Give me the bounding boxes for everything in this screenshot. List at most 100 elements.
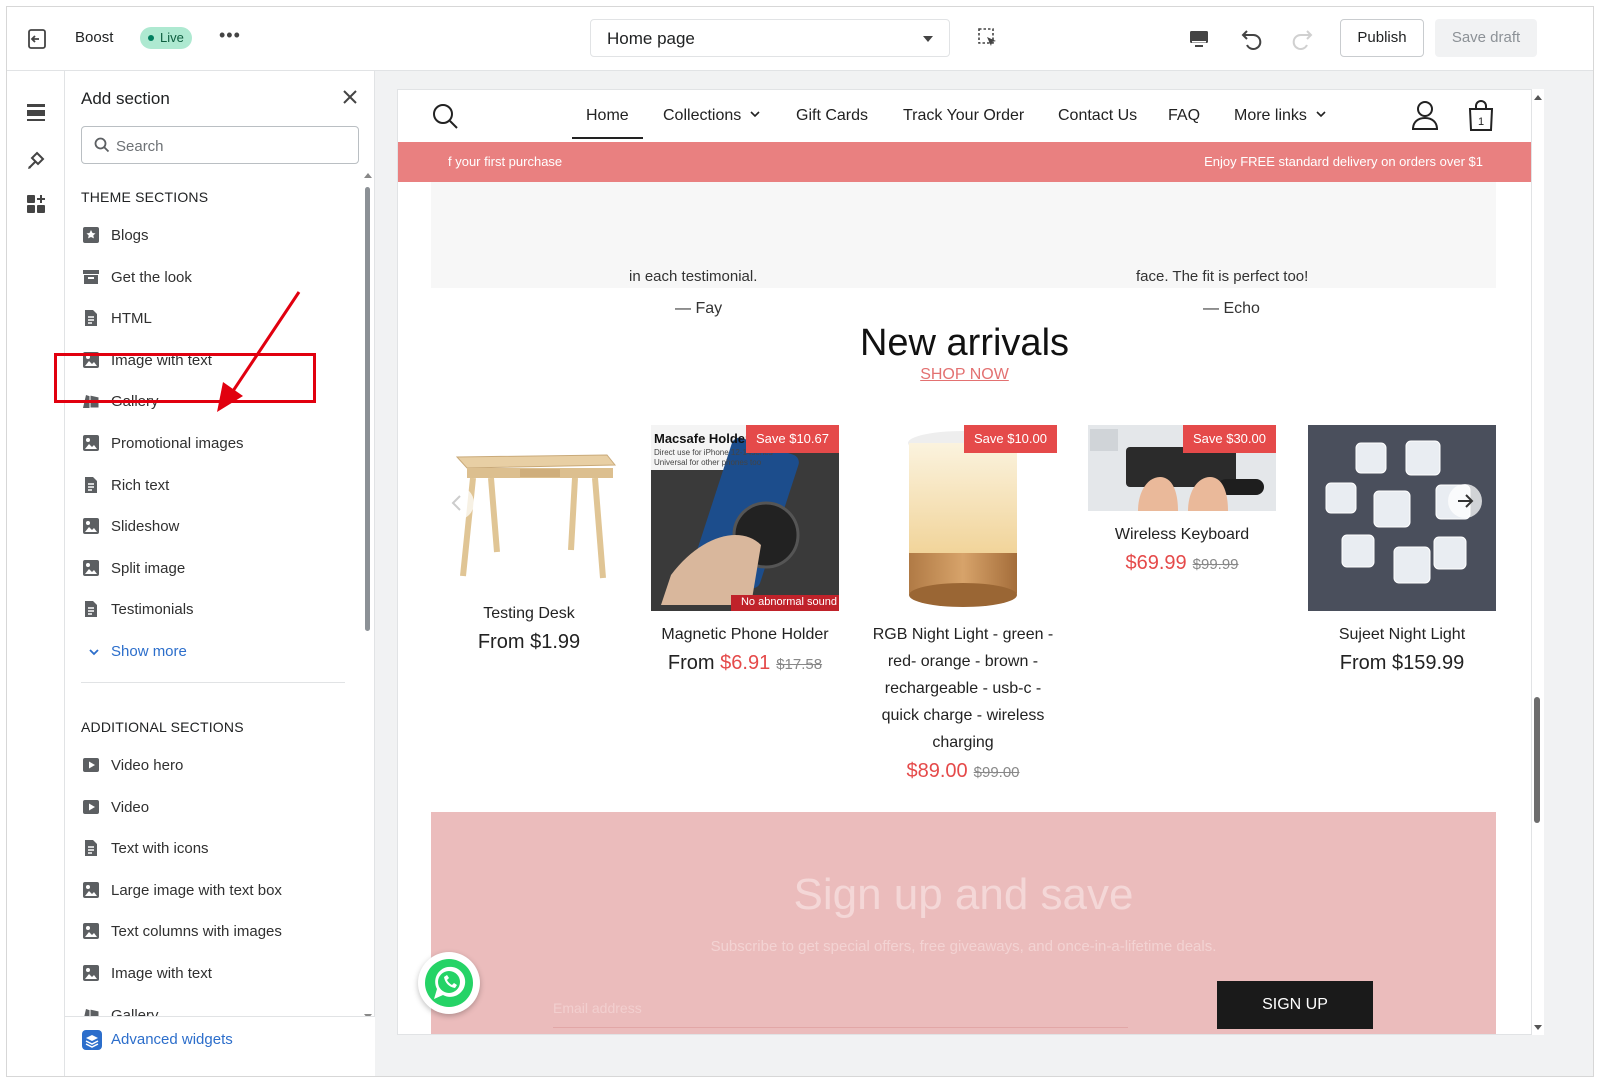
document-icon bbox=[85, 476, 97, 493]
nav-track-your-order[interactable]: Track Your Order bbox=[903, 107, 1024, 125]
sections-icon[interactable] bbox=[25, 101, 47, 123]
svg-text:1: 1 bbox=[1478, 116, 1484, 128]
section-item-text-with-icons[interactable]: Text with icons bbox=[81, 834, 341, 864]
cart-icon[interactable]: 1 bbox=[1467, 100, 1495, 132]
product-name: Testing Desk bbox=[483, 605, 575, 622]
preview-scroll-down-arrow[interactable] bbox=[1534, 1025, 1542, 1030]
theme-editor-window: Boost Live ••• Home page Publish Save dr… bbox=[6, 6, 1594, 1077]
price-prefix: From bbox=[477, 631, 525, 653]
show-more-label: Show more bbox=[111, 643, 187, 660]
announcement-left: f your first purchase bbox=[448, 154, 563, 169]
product-name: Sujeet Night Light bbox=[1338, 626, 1466, 643]
section-item-promotional-images[interactable]: Promotional images bbox=[81, 429, 341, 459]
scroll-up-arrow[interactable] bbox=[364, 173, 372, 178]
additional-sections-heading: ADDITIONAL SECTIONS bbox=[81, 719, 244, 735]
account-icon[interactable] bbox=[1411, 100, 1439, 130]
app-embeds-icon[interactable] bbox=[25, 193, 47, 215]
bookmark-icon bbox=[83, 227, 99, 243]
product-card[interactable]: Save $10.00 RGB Night Light - green - re… bbox=[869, 425, 1057, 783]
arrow-left-icon bbox=[451, 495, 461, 511]
newsletter-section: Sign up and save Subscribe to get specia… bbox=[431, 812, 1496, 1034]
section-item-label: Slideshow bbox=[111, 518, 180, 536]
search-input[interactable] bbox=[116, 135, 346, 157]
nav-home[interactable]: Home bbox=[572, 107, 643, 139]
whatsapp-icon bbox=[425, 959, 473, 1007]
section-item-video-hero[interactable]: Video hero bbox=[81, 751, 341, 781]
nav-label: Gift Cards bbox=[796, 107, 869, 124]
redo-icon[interactable] bbox=[1289, 25, 1315, 51]
archive-icon bbox=[83, 269, 99, 284]
compare-price: $99.99 bbox=[1192, 556, 1239, 573]
nav-label: More links bbox=[1234, 107, 1307, 124]
page-selector-value: Home page bbox=[607, 29, 695, 48]
product-image bbox=[1308, 425, 1496, 611]
inspector-icon[interactable] bbox=[977, 27, 999, 49]
image-caption-note: No abnormal sound bbox=[740, 596, 837, 608]
newsletter-title: Sign up and save bbox=[793, 870, 1134, 919]
play-icon bbox=[83, 799, 99, 814]
image-caption-line: Universal for other phones too bbox=[654, 458, 762, 467]
sale-badge: Save $10.67 bbox=[745, 425, 839, 453]
panel-footer: Advanced widgets bbox=[65, 1016, 375, 1076]
section-item-testimonials[interactable]: Testimonials bbox=[81, 595, 341, 625]
panel-scroll-thumb[interactable] bbox=[365, 187, 370, 631]
sign-up-button[interactable]: SIGN UP bbox=[1217, 981, 1373, 1029]
desktop-view-icon[interactable] bbox=[1187, 27, 1211, 51]
undo-icon[interactable] bbox=[1239, 25, 1265, 51]
section-item-label: Rich text bbox=[111, 476, 170, 494]
more-actions-button[interactable]: ••• bbox=[219, 25, 241, 46]
product-card[interactable]: Macsafe Holder Direct use for iPhone 12-… bbox=[651, 425, 839, 675]
product-image bbox=[435, 425, 623, 590]
save-draft-button[interactable]: Save draft bbox=[1435, 19, 1537, 57]
section-item-text-columns-with-images[interactable]: Text columns with images bbox=[81, 917, 341, 947]
divider bbox=[81, 682, 345, 683]
slider-prev-button[interactable] bbox=[440, 486, 474, 520]
chevron-down-icon bbox=[1316, 111, 1326, 118]
section-item-slideshow[interactable]: Slideshow bbox=[81, 512, 341, 542]
section-item-large-image-with-text-box[interactable]: Large image with text box bbox=[81, 876, 341, 906]
document-icon bbox=[85, 601, 97, 618]
theme-settings-icon[interactable] bbox=[25, 149, 47, 171]
product-card[interactable]: Testing Desk From $1.99 bbox=[435, 425, 623, 654]
whatsapp-button[interactable] bbox=[418, 952, 480, 1014]
nav-label: Contact Us bbox=[1058, 107, 1138, 124]
section-item-rich-text[interactable]: Rich text bbox=[81, 471, 341, 501]
store-name: Boost bbox=[75, 29, 114, 46]
section-item-image-with-text[interactable]: Image with text bbox=[81, 959, 341, 989]
shop-now-link[interactable]: SHOP NOW bbox=[398, 366, 1531, 384]
section-item-get-the-look[interactable]: Get the look bbox=[81, 263, 341, 293]
nav-faq[interactable]: FAQ bbox=[1168, 107, 1200, 125]
price-value: $69.99 bbox=[1125, 552, 1187, 574]
product-card[interactable]: Sujeet Night Light From $159.99 bbox=[1308, 425, 1496, 675]
testimonial-quote: in each testimonial. bbox=[629, 268, 758, 285]
section-item-label: Video hero bbox=[111, 757, 184, 774]
section-item-split-image[interactable]: Split image bbox=[81, 554, 341, 584]
nav-more-links[interactable]: More links bbox=[1234, 107, 1327, 125]
nav-collections[interactable]: Collections bbox=[663, 107, 761, 125]
shop-now-label: SHOP NOW bbox=[920, 366, 1009, 383]
close-icon[interactable] bbox=[340, 87, 360, 107]
nav-contact-us[interactable]: Contact Us bbox=[1058, 107, 1137, 125]
section-item-blogs[interactable]: Blogs bbox=[81, 221, 341, 251]
nav-label: Track Your Order bbox=[903, 107, 1025, 124]
section-item-video[interactable]: Video bbox=[81, 793, 341, 823]
slider-next-button[interactable] bbox=[1448, 484, 1482, 518]
email-field[interactable] bbox=[553, 988, 1128, 1028]
search-field[interactable] bbox=[81, 126, 359, 164]
price-prefix: From bbox=[1339, 652, 1387, 674]
section-item-label: Text columns with images bbox=[111, 923, 282, 941]
store-search-icon[interactable] bbox=[431, 102, 459, 130]
image-icon bbox=[83, 965, 99, 981]
store-header: Home Collections Gift Cards Track Your Orde… bbox=[398, 90, 1531, 142]
product-card[interactable]: Save $30.00 Wireless Keyboard $69.99 $99.… bbox=[1088, 425, 1276, 575]
exit-icon[interactable] bbox=[25, 27, 49, 51]
panel-title: Add section bbox=[81, 89, 170, 108]
preview-scroll-up-arrow[interactable] bbox=[1534, 95, 1542, 100]
preview-scrollbar[interactable] bbox=[1532, 89, 1544, 1035]
preview-scroll-thumb[interactable] bbox=[1534, 697, 1540, 823]
testimonial-author: — Fay bbox=[675, 300, 723, 317]
publish-button[interactable]: Publish bbox=[1340, 19, 1424, 57]
nav-gift-cards[interactable]: Gift Cards bbox=[796, 107, 868, 125]
product-name: Magnetic Phone Holder bbox=[661, 626, 829, 643]
page-selector[interactable]: Home page bbox=[590, 19, 950, 57]
